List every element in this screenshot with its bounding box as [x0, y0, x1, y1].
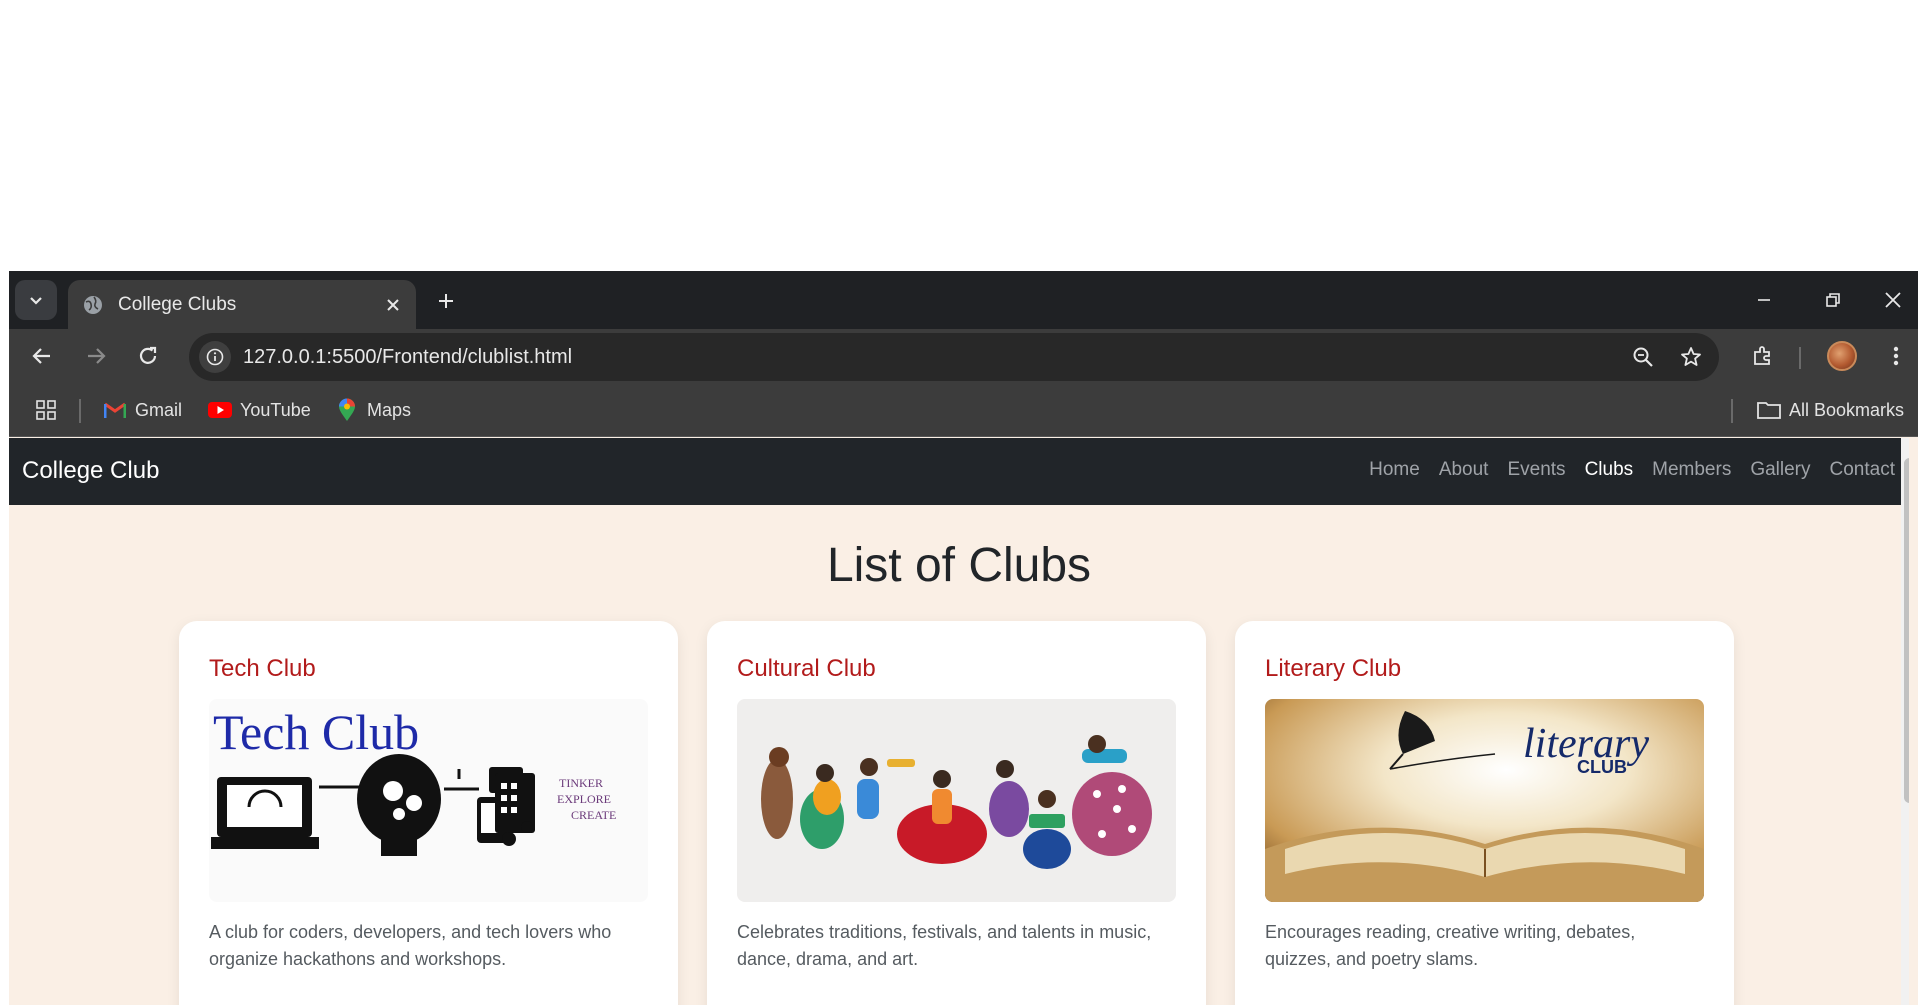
nav-link-clubs[interactable]: Clubs [1585, 459, 1634, 481]
chrome-menu-button[interactable] [1877, 337, 1915, 375]
folder-icon [1757, 398, 1781, 422]
maps-icon [335, 398, 359, 422]
tab-college-clubs[interactable]: College Clubs [68, 280, 416, 329]
plus-icon [439, 294, 453, 308]
club-description: Encourages reading, creative writing, de… [1265, 922, 1636, 969]
bookmark-star-button[interactable] [1671, 337, 1711, 377]
scrollbar-thumb[interactable] [1904, 458, 1909, 803]
bookmarks-divider [1731, 399, 1733, 423]
nav-link-members[interactable]: Members [1652, 459, 1731, 481]
close-window-button[interactable] [1873, 281, 1913, 319]
tech-club-tagline-1: TINKER [559, 776, 603, 790]
tech-club-tagline-3: CREATE [571, 808, 616, 822]
toolbar-divider [1799, 347, 1801, 369]
chevron-down-icon [30, 297, 42, 305]
apps-grid-icon [34, 398, 58, 422]
nav-link-home[interactable]: Home [1369, 459, 1420, 481]
browser-window: College Clubs 127.0.0.1:5500/Frontend/cl… [9, 271, 1918, 1005]
bookmark-label: YouTube [240, 399, 311, 420]
close-icon [1885, 292, 1901, 308]
puzzle-icon [1754, 346, 1770, 365]
bookmark-gmail[interactable]: Gmail [103, 395, 182, 425]
bookmark-youtube[interactable]: YouTube [208, 395, 311, 425]
tab-close-button[interactable] [378, 290, 408, 320]
address-bar[interactable]: 127.0.0.1:5500/Frontend/clublist.html [189, 333, 1719, 381]
all-bookmarks-label: All Bookmarks [1789, 399, 1905, 420]
bookmark-label: Maps [367, 399, 412, 420]
minimize-button[interactable] [1744, 281, 1784, 319]
literary-club-image: literary CLUB [1265, 699, 1704, 902]
forward-button[interactable] [77, 337, 115, 375]
minimize-icon [1758, 299, 1770, 301]
club-title: Cultural Club [737, 655, 876, 682]
tab-title: College Clubs [118, 293, 237, 315]
page-content: College Club Home About Events Clubs Mem… [9, 438, 1909, 1005]
tech-club-tagline-2: EXPLORE [557, 792, 611, 806]
club-card-cultural: Cultural Club Celebrates traditions, fes… [707, 621, 1206, 1005]
club-title: Tech Club [209, 655, 316, 682]
club-description: Celebrates traditions, festivals, and ta… [737, 922, 1152, 969]
tech-club-image-text: Tech Club [213, 704, 419, 760]
club-title: Literary Club [1265, 655, 1402, 682]
bookmark-label: Gmail [135, 399, 183, 420]
site-navbar: College Club Home About Events Clubs Mem… [9, 438, 1909, 505]
reload-button[interactable] [129, 337, 167, 375]
nav-link-events[interactable]: Events [1507, 459, 1565, 481]
avatar [1827, 341, 1857, 371]
arrow-left-icon [32, 348, 50, 364]
youtube-icon [208, 398, 232, 422]
club-description: A club for coders, developers, and tech … [209, 922, 612, 969]
kebab-menu-icon [1893, 346, 1899, 366]
gmail-icon [103, 398, 127, 422]
apps-button[interactable] [34, 395, 66, 425]
bookmark-maps[interactable]: Maps [335, 395, 411, 425]
page-title: List of Clubs [826, 539, 1092, 592]
globe-icon [82, 294, 104, 316]
club-card-literary: Literary Club literary CLUB Encourages r… [1235, 621, 1734, 1005]
arrow-right-icon [88, 348, 106, 364]
tech-club-image: Tech Club TINKER EXPLORE CREATE [209, 699, 648, 902]
page-scrollbar[interactable] [1901, 438, 1909, 1005]
zoom-button[interactable] [1623, 337, 1663, 377]
literary-club-image-subtext: CLUB [1577, 757, 1627, 777]
profile-button[interactable] [1823, 337, 1861, 375]
bookmarks-divider [79, 399, 81, 423]
reload-icon [139, 346, 157, 364]
restore-icon [1826, 293, 1840, 307]
url-text: 127.0.0.1:5500/Frontend/clublist.html [243, 345, 573, 368]
nav-link-contact[interactable]: Contact [1830, 459, 1895, 481]
extensions-button[interactable] [1744, 337, 1782, 375]
tab-strip: College Clubs [9, 271, 1918, 329]
back-button[interactable] [23, 337, 61, 375]
site-info-button[interactable] [199, 341, 231, 373]
close-icon [387, 298, 399, 311]
club-card-tech: Tech Club Tech Club TINKER EXPLORE CREAT… [179, 621, 678, 1005]
all-bookmarks-button[interactable]: All Bookmarks [1757, 395, 1904, 425]
browser-toolbar: 127.0.0.1:5500/Frontend/clublist.html [9, 329, 1918, 383]
zoom-out-icon [1633, 347, 1653, 367]
star-icon [1681, 347, 1701, 366]
nav-link-gallery[interactable]: Gallery [1750, 459, 1810, 481]
tab-search-button[interactable] [15, 280, 57, 320]
new-tab-button[interactable] [430, 285, 462, 317]
info-icon [206, 348, 224, 366]
cultural-club-image [737, 699, 1176, 902]
bookmarks-bar: Gmail YouTube Maps All Bookmarks [9, 383, 1918, 437]
site-nav-links: Home About Events Clubs Members Gallery … [1350, 459, 1895, 481]
nav-link-about[interactable]: About [1439, 459, 1489, 481]
site-brand[interactable]: College Club [22, 457, 159, 485]
restore-button[interactable] [1813, 281, 1853, 319]
